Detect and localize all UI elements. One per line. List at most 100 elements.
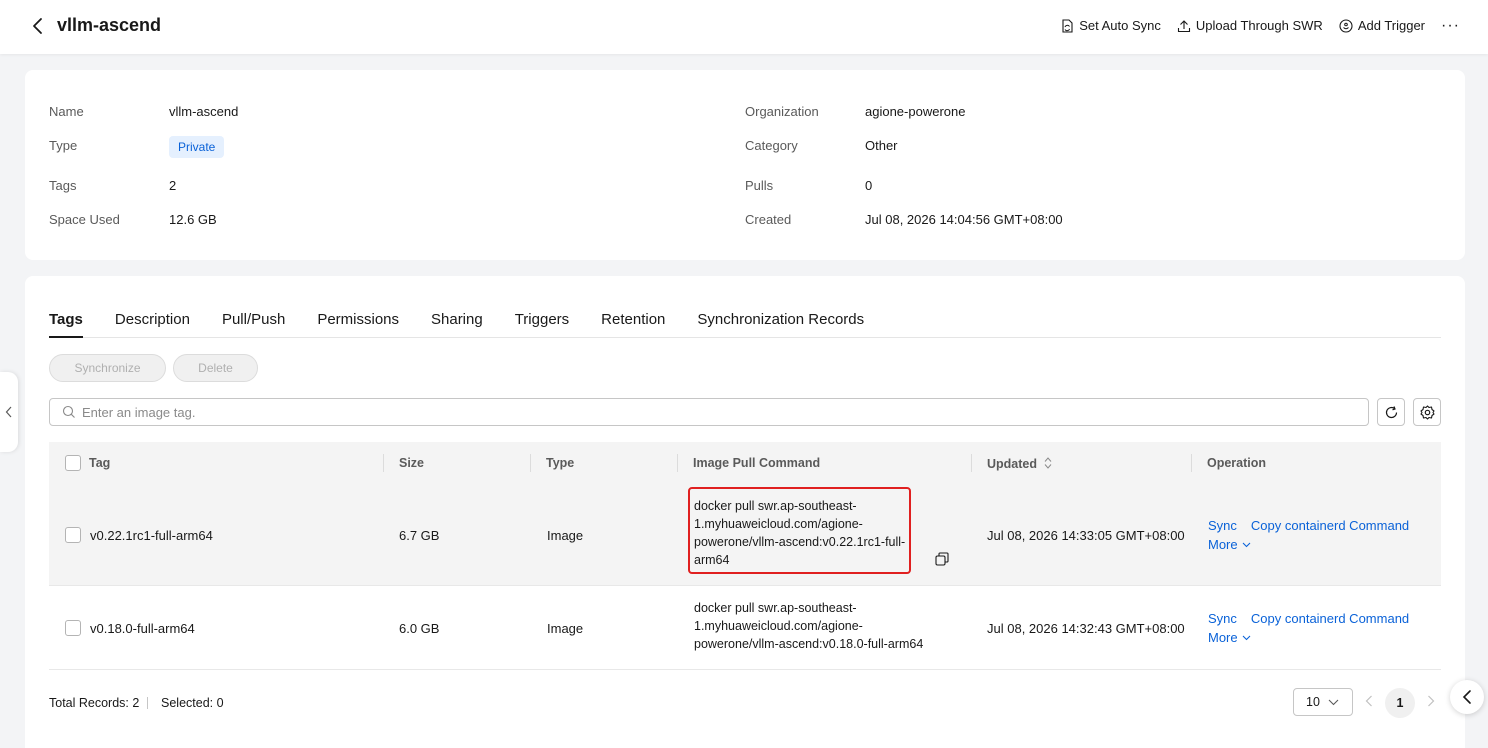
upload-through-swr-label: Upload Through SWR bbox=[1195, 18, 1323, 33]
tab-pull-push[interactable]: Pull/Push bbox=[222, 306, 285, 338]
refresh-icon bbox=[1385, 405, 1397, 418]
more-link: More bbox=[1208, 537, 1238, 552]
column-type: Type bbox=[546, 456, 575, 470]
table-footer: Total Records: 2 Selected: 0 10 1 bbox=[49, 688, 1441, 718]
refresh-button[interactable] bbox=[1377, 398, 1405, 426]
tag-name: v0.18.0-full-arm64 bbox=[90, 621, 195, 636]
trigger-icon bbox=[1339, 18, 1353, 33]
column-updated-label: Updated bbox=[987, 457, 1037, 471]
tag-size: 6.0 GB bbox=[399, 621, 440, 636]
tags-table: Tag Size Type Image Pull Command Updated… bbox=[49, 442, 1441, 670]
tab-description[interactable]: Description bbox=[115, 306, 190, 338]
organization-value: agione-powerone bbox=[865, 104, 966, 119]
sync-link[interactable]: Sync bbox=[1208, 611, 1237, 626]
gear-icon bbox=[1419, 404, 1435, 420]
tab-sharing[interactable]: Sharing bbox=[431, 306, 483, 338]
select-all-checkbox[interactable] bbox=[65, 455, 81, 471]
prev-page-button[interactable] bbox=[1365, 694, 1373, 711]
pulls-value: 0 bbox=[865, 178, 873, 193]
column-divider bbox=[383, 454, 384, 472]
more-link: More bbox=[1208, 630, 1238, 645]
tab-synchronization-records[interactable]: Synchronization Records bbox=[697, 306, 864, 338]
tab-permissions[interactable]: Permissions bbox=[317, 306, 399, 338]
set-auto-sync-label: Set Auto Sync bbox=[1079, 18, 1161, 33]
repository-info-card: Name vllm-ascend Type Private Tags 2 Spa… bbox=[25, 70, 1465, 260]
space-used-value: 12.6 GB bbox=[169, 212, 217, 227]
type-label: Type bbox=[49, 138, 78, 153]
set-auto-sync-button[interactable]: Set Auto Sync bbox=[1060, 18, 1161, 33]
tag-type: Image bbox=[547, 621, 584, 636]
synchronize-button[interactable]: Synchronize bbox=[49, 354, 166, 382]
sync-document-icon bbox=[1062, 18, 1073, 33]
tab-bar: Tags Description Pull/Push Permissions S… bbox=[49, 306, 1441, 338]
tag-name: v0.22.1rc1-full-arm64 bbox=[90, 528, 213, 543]
right-panel-toggle[interactable] bbox=[1450, 680, 1484, 714]
command-line: docker pull swr.ap-southeast- bbox=[694, 601, 857, 615]
upload-through-swr-button[interactable]: Upload Through SWR bbox=[1177, 18, 1323, 33]
tag-size: 6.7 GB bbox=[399, 528, 440, 543]
table-settings-button[interactable] bbox=[1413, 398, 1441, 426]
command-line: powerone/vllm-ascend:v0.18.0-full-arm64 bbox=[694, 637, 924, 651]
footer-divider bbox=[147, 697, 148, 709]
tab-retention[interactable]: Retention bbox=[601, 306, 665, 338]
created-label: Created bbox=[745, 212, 792, 227]
pulls-label: Pulls bbox=[745, 178, 774, 193]
column-size: Size bbox=[399, 456, 425, 470]
chevron-down-icon bbox=[1242, 635, 1251, 640]
table-row: v0.22.1rc1-full-arm64 6.7 GB Image docke… bbox=[49, 484, 1441, 586]
sync-link[interactable]: Sync bbox=[1208, 518, 1237, 533]
more-options-button[interactable]: ··· bbox=[1441, 17, 1460, 33]
back-arrow-icon[interactable] bbox=[30, 16, 46, 36]
tab-triggers[interactable]: Triggers bbox=[515, 306, 569, 338]
copy-icon[interactable] bbox=[935, 552, 949, 566]
table-row: v0.18.0-full-arm64 6.0 GB Image docker p… bbox=[49, 586, 1441, 670]
page-size-select[interactable]: 10 bbox=[1293, 688, 1353, 716]
space-used-label: Space Used bbox=[49, 212, 120, 227]
upload-icon bbox=[1177, 19, 1190, 32]
add-trigger-label: Add Trigger bbox=[1357, 18, 1426, 33]
chevron-down-icon bbox=[1242, 542, 1251, 547]
row-checkbox[interactable] bbox=[65, 527, 81, 543]
copy-containerd-command-link[interactable]: Copy containerd Command bbox=[1251, 611, 1409, 626]
tags-value: 2 bbox=[169, 178, 177, 193]
category-label: Category bbox=[745, 138, 798, 153]
chevron-left-icon bbox=[1365, 695, 1372, 707]
updated-time: Jul 08, 2026 14:32:43 GMT+08:00 bbox=[987, 621, 1185, 636]
sidebar-expand-handle[interactable] bbox=[0, 372, 18, 452]
more-dropdown[interactable]: More bbox=[1208, 537, 1409, 552]
copy-containerd-command-link[interactable]: Copy containerd Command bbox=[1251, 518, 1409, 533]
created-value: Jul 08, 2026 14:04:56 GMT+08:00 bbox=[865, 212, 1063, 227]
column-divider bbox=[971, 454, 972, 472]
column-operation: Operation bbox=[1207, 456, 1267, 470]
chevron-left-icon bbox=[5, 406, 12, 418]
column-divider bbox=[530, 454, 531, 472]
column-image-pull-command: Image Pull Command bbox=[693, 456, 821, 470]
command-line: 1.myhuaweicloud.com/agione- bbox=[694, 619, 863, 633]
row-operations: Sync Copy containerd Command More bbox=[1208, 518, 1409, 552]
command-highlight-box bbox=[688, 487, 911, 574]
row-checkbox[interactable] bbox=[65, 620, 81, 636]
column-updated[interactable]: Updated bbox=[987, 456, 1053, 471]
chevron-down-icon bbox=[1328, 699, 1339, 705]
tab-tags[interactable]: Tags bbox=[49, 306, 83, 338]
name-label: Name bbox=[49, 104, 84, 119]
add-trigger-button[interactable]: Add Trigger bbox=[1339, 18, 1425, 33]
delete-button[interactable]: Delete bbox=[173, 354, 258, 382]
row-operations: Sync Copy containerd Command More bbox=[1208, 611, 1409, 645]
type-badge: Private bbox=[169, 136, 225, 158]
next-page-button[interactable] bbox=[1427, 694, 1435, 711]
page-1-button[interactable]: 1 bbox=[1385, 688, 1415, 718]
tag-search-box bbox=[49, 398, 1369, 426]
selected-count: Selected: 0 bbox=[161, 696, 224, 710]
total-records: Total Records: 2 bbox=[49, 696, 140, 710]
column-tag: Tag bbox=[89, 456, 111, 470]
more-dropdown[interactable]: More bbox=[1208, 630, 1409, 645]
page-header: vllm-ascend Set Auto Sync Upload Through… bbox=[0, 0, 1488, 54]
tag-search-input[interactable] bbox=[82, 404, 1282, 420]
chevron-left-icon bbox=[1462, 690, 1471, 704]
updated-time: Jul 08, 2026 14:33:05 GMT+08:00 bbox=[987, 528, 1185, 543]
sort-icon bbox=[1045, 457, 1052, 469]
table-header: Tag Size Type Image Pull Command Updated… bbox=[49, 442, 1441, 484]
category-value: Other bbox=[865, 138, 898, 153]
column-divider bbox=[677, 454, 678, 472]
